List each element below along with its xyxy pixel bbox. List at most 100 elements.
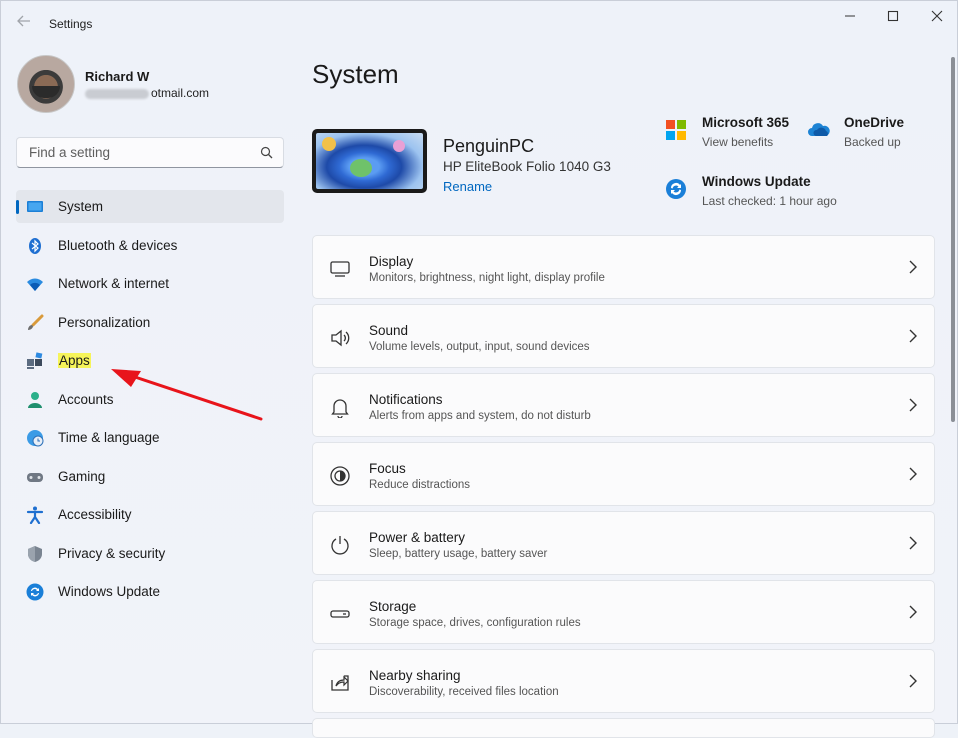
sidebar-item-label: Apps <box>58 353 91 368</box>
brush-icon <box>26 314 44 332</box>
sidebar-item-system[interactable]: System <box>16 190 284 223</box>
wifi-icon <box>26 275 44 293</box>
device-name: PenguinPC <box>443 136 535 156</box>
minimize-icon[interactable] <box>830 7 870 27</box>
chevron-right-icon <box>908 260 918 274</box>
power-icon <box>329 534 351 556</box>
bluetooth-icon <box>26 237 44 255</box>
system-icon <box>26 198 44 216</box>
rename-link[interactable]: Rename <box>443 179 492 194</box>
sidebar-item-gaming[interactable]: Gaming <box>16 460 284 493</box>
chevron-right-icon <box>908 674 918 688</box>
apps-icon <box>26 352 44 370</box>
sidebar-item-bluetooth[interactable]: Bluetooth & devices <box>16 229 284 262</box>
settings-card-display[interactable]: Display Monitors, brightness, night ligh… <box>312 235 935 299</box>
wallpaper-preview <box>316 133 423 189</box>
quick-link-subtitle: Last checked: 1 hour ago <box>702 194 837 208</box>
card-title: Display <box>369 254 414 269</box>
user-email: otmail.com <box>85 86 209 100</box>
page-title: System <box>312 59 399 89</box>
avatar[interactable] <box>17 55 75 113</box>
windows-update-icon <box>665 178 687 200</box>
sidebar-item-personalization[interactable]: Personalization <box>16 306 284 339</box>
microsoft-365-icon <box>665 119 687 141</box>
settings-card-power-battery[interactable]: Power & battery Sleep, battery usage, ba… <box>312 511 935 575</box>
device-model: HP EliteBook Folio 1040 G3 <box>443 159 611 174</box>
active-indicator <box>16 200 19 214</box>
sidebar-item-accessibility[interactable]: Accessibility <box>16 498 284 531</box>
shield-icon <box>26 545 44 563</box>
settings-window: Settings Richard W otmail.com System Blu… <box>0 0 958 738</box>
sidebar-item-time-language[interactable]: Time & language <box>16 421 284 454</box>
user-name: Richard W <box>85 69 150 84</box>
card-title: Focus <box>369 461 406 476</box>
card-subtitle: Alerts from apps and system, do not dist… <box>369 410 591 422</box>
quick-link-windows-update[interactable]: Windows Update Last checked: 1 hour ago <box>665 174 845 214</box>
device-thumbnail <box>312 129 427 193</box>
close-icon[interactable] <box>917 7 957 27</box>
settings-card-storage[interactable]: Storage Storage space, drives, configura… <box>312 580 935 644</box>
back-arrow-icon[interactable] <box>13 13 35 35</box>
quick-link-title: Windows Update <box>702 174 811 189</box>
sidebar-item-label: Personalization <box>58 315 151 330</box>
sidebar-item-label: Gaming <box>58 469 106 484</box>
sidebar-item-network[interactable]: Network & internet <box>16 267 284 300</box>
quick-link-subtitle: View benefits <box>702 135 774 149</box>
maximize-icon[interactable] <box>873 7 913 27</box>
settings-card-sound[interactable]: Sound Volume levels, output, input, soun… <box>312 304 935 368</box>
quick-link-title: Microsoft 365 <box>702 115 790 130</box>
focus-icon <box>329 465 351 487</box>
sidebar-item-label: Accessibility <box>58 507 132 522</box>
title-bar: Settings <box>1 1 958 47</box>
chevron-right-icon <box>908 467 918 481</box>
search-input[interactable] <box>27 144 256 161</box>
card-subtitle: Volume levels, output, input, sound devi… <box>369 341 590 353</box>
speaker-icon <box>329 327 351 349</box>
quick-link-title: OneDrive <box>844 115 905 130</box>
person-icon <box>26 391 44 409</box>
sidebar-item-label: Bluetooth & devices <box>58 238 178 253</box>
settings-card-focus[interactable]: Focus Reduce distractions <box>312 442 935 506</box>
settings-card-notifications[interactable]: Notifications Alerts from apps and syste… <box>312 373 935 437</box>
quick-link-onedrive[interactable]: OneDrive Backed up <box>807 115 927 155</box>
update-icon <box>26 583 44 601</box>
card-title: Notifications <box>369 392 443 407</box>
gamepad-icon <box>26 468 44 486</box>
card-subtitle: Discoverability, received files location <box>369 686 559 698</box>
sidebar-item-windows-update[interactable]: Windows Update <box>16 575 284 608</box>
accessibility-icon <box>26 506 44 525</box>
sidebar-item-privacy-security[interactable]: Privacy & security <box>16 537 284 570</box>
sidebar-item-label: Network & internet <box>58 276 170 291</box>
clock-globe-icon <box>26 429 44 447</box>
scrollbar[interactable] <box>951 57 955 422</box>
card-subtitle: Reduce distractions <box>369 479 470 491</box>
card-title: Sound <box>369 323 409 338</box>
annotation-arrow <box>111 369 263 421</box>
chevron-right-icon <box>908 329 918 343</box>
quick-link-microsoft-365[interactable]: Microsoft 365 View benefits <box>665 115 805 155</box>
share-icon <box>329 672 351 694</box>
onedrive-cloud-icon <box>807 119 830 141</box>
search-icon[interactable] <box>260 146 273 164</box>
card-title: Storage <box>369 599 417 614</box>
card-title: Nearby sharing <box>369 668 461 683</box>
display-icon <box>329 258 351 280</box>
sidebar-item-label: System <box>58 199 104 214</box>
chevron-right-icon <box>908 398 918 412</box>
settings-card-partial[interactable] <box>312 718 935 738</box>
quick-link-subtitle: Backed up <box>844 135 901 149</box>
card-title: Power & battery <box>369 530 466 545</box>
sidebar-item-label: Privacy & security <box>58 546 166 561</box>
app-title: Settings <box>49 17 93 31</box>
card-subtitle: Monitors, brightness, night light, displ… <box>369 272 605 284</box>
email-redaction <box>85 88 149 99</box>
sidebar-item-label: Windows Update <box>58 584 161 599</box>
chevron-right-icon <box>908 605 918 619</box>
bell-icon <box>329 396 351 419</box>
storage-icon <box>329 603 351 625</box>
card-subtitle: Storage space, drives, configuration rul… <box>369 617 581 629</box>
apps-highlight: Apps <box>58 353 91 368</box>
settings-card-nearby-sharing[interactable]: Nearby sharing Discoverability, received… <box>312 649 935 713</box>
card-subtitle: Sleep, battery usage, battery saver <box>369 548 548 560</box>
search-box[interactable] <box>16 137 284 168</box>
